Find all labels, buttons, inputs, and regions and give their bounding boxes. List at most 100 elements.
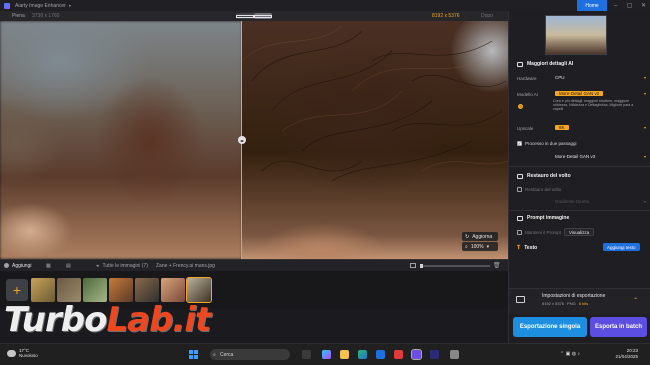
- face-restore-checkbox[interactable]: [517, 187, 522, 192]
- help-icon[interactable]: ?: [518, 104, 523, 109]
- thumbnail-tiger[interactable]: [31, 278, 55, 302]
- keep-prompt-checkbox[interactable]: [517, 230, 522, 235]
- text-title-label: Testo: [524, 245, 538, 251]
- refresh-button[interactable]: ↻ Aggiorna: [462, 232, 498, 241]
- compare-bar: Piena 3730 x 1760 8192 x 5376 Dopo: [0, 11, 508, 21]
- trash-icon[interactable]: 🗑: [493, 262, 501, 269]
- slider-handle[interactable]: [420, 263, 423, 268]
- export-settings-title: Impostazioni di esportazione: [542, 293, 606, 299]
- app-icon[interactable]: [394, 350, 403, 359]
- minimize-icon[interactable]: –: [609, 0, 622, 11]
- weather-condition: Nuvoloso: [19, 353, 38, 358]
- chevron-up-icon[interactable]: ⌃: [633, 297, 638, 304]
- second-model-select[interactable]: More-Detail GAN v3 ▾: [553, 153, 649, 160]
- view-prompt-button[interactable]: Visualizza: [564, 228, 595, 236]
- close-icon[interactable]: ✕: [637, 0, 650, 11]
- task-view-icon[interactable]: [302, 350, 311, 359]
- maximize-icon[interactable]: ▢: [623, 0, 636, 11]
- zoom-select[interactable]: ⌕ 100% ▾: [462, 242, 498, 251]
- split-view-button[interactable]: [236, 13, 254, 19]
- image-preview[interactable]: ◂▸ ↻ Aggiorna ⌕ 100% ▾: [0, 21, 508, 259]
- model-description: Crea e più dettagli, maggiori strutture,…: [553, 99, 634, 112]
- add-icon: [4, 263, 9, 268]
- thumbnail-size-slider[interactable]: [420, 263, 490, 268]
- split-handle[interactable]: ◂▸: [238, 136, 246, 144]
- chevron-left-icon: ◂: [96, 262, 99, 269]
- add-text-button[interactable]: Aggiungi testo: [603, 243, 640, 251]
- face-mode-value: Gradiente Diretto: [555, 199, 590, 204]
- taskbar-search[interactable]: ⌕ Cerca: [210, 349, 290, 360]
- thumbnail-landscape[interactable]: [83, 278, 107, 302]
- hardware-select[interactable]: CPU ▾: [553, 74, 649, 81]
- thumbnail-selected[interactable]: [186, 277, 212, 303]
- edge-icon[interactable]: [358, 350, 367, 359]
- navigator-thumbnail[interactable]: [545, 15, 607, 55]
- view-mode-toggle[interactable]: [236, 13, 272, 19]
- all-images-filter[interactable]: ◂ Tutte le immagini (7): [96, 263, 148, 269]
- cloud-icon: [7, 349, 16, 357]
- after-size: 8192 x 5376: [432, 13, 460, 19]
- aiarty-icon[interactable]: [411, 349, 422, 360]
- list-view-icon[interactable]: ▤: [66, 263, 71, 269]
- current-file-name: Zane + Frency.ai mans.jpg: [156, 262, 215, 269]
- thumbnail-portrait[interactable]: [161, 278, 185, 302]
- face-icon: [517, 173, 523, 179]
- file-explorer-icon[interactable]: [340, 350, 349, 359]
- app-logo-icon: [4, 2, 10, 9]
- app-title: Aiarty Image Enhancer: [15, 2, 66, 9]
- thumbnail-portrait-dark[interactable]: [135, 278, 159, 302]
- export-settings-summary: 8192 x 5376 PNG 8 bits: [542, 301, 588, 306]
- app2-icon[interactable]: [430, 350, 439, 359]
- divider: [509, 166, 650, 167]
- face-section-title: Restauro del volto: [517, 173, 571, 179]
- export-bits: 8 bits: [578, 301, 589, 306]
- divider: [509, 210, 650, 211]
- thumbnail-food[interactable]: [109, 278, 133, 302]
- chevron-down-icon: ▾: [643, 75, 646, 80]
- settings-gear-icon[interactable]: [450, 350, 459, 359]
- refresh-label: Aggiorna: [472, 233, 493, 240]
- zoom-value: 100%: [470, 243, 484, 250]
- add-image-button[interactable]: +: [6, 279, 28, 301]
- grid-view-icon[interactable]: ▦: [46, 263, 51, 269]
- thumbnail-animal[interactable]: [57, 278, 81, 302]
- side-by-side-icon: [254, 14, 272, 18]
- face-title-label: Restauro del volto: [527, 173, 571, 179]
- chevron-down-icon[interactable]: ▾: [69, 3, 71, 8]
- before-label: Piena: [12, 13, 25, 19]
- home-button[interactable]: Home: [577, 0, 607, 11]
- store-icon[interactable]: [376, 350, 385, 359]
- export-batch-button[interactable]: Esporta in batch: [590, 317, 647, 337]
- export-settings[interactable]: Impostazioni di esportazione 8192 x 5376…: [509, 288, 650, 314]
- watermark-part1: Turbo: [4, 300, 107, 340]
- title-bar: Aiarty Image Enhancer ▾ Home – ▢ ✕: [0, 0, 650, 11]
- search-icon: ⌕: [213, 351, 216, 358]
- add-images-label: Aggiungi: [12, 262, 32, 269]
- hair-strands: [242, 25, 508, 182]
- taskbar-clock[interactable]: 20:23 21/04/2025: [608, 348, 638, 360]
- weather-widget[interactable]: 17°C Nuvoloso: [7, 348, 38, 358]
- hardware-value: CPU: [555, 75, 565, 80]
- two-step-checkbox[interactable]: ✓: [517, 141, 522, 146]
- upscale-label: Upscale: [517, 126, 534, 131]
- two-step-label: Processo in due passaggi: [525, 141, 577, 146]
- model-select[interactable]: More-Detail GAN v2 ▾: [553, 90, 649, 97]
- copilot-icon[interactable]: [322, 350, 331, 359]
- zoom-icon: ⌕: [465, 243, 468, 250]
- clock-date: 21/04/2025: [615, 354, 638, 359]
- prompt-section-title: Prompt immagine: [517, 215, 569, 221]
- turbolab-watermark: TurboLab.it: [4, 300, 211, 340]
- upscale-select[interactable]: 8K ▾: [553, 124, 649, 131]
- export-size: 8192 x 5376: [542, 301, 565, 306]
- export-single-button[interactable]: Esportazione singola: [513, 317, 587, 337]
- add-images-tab[interactable]: Aggiungi: [4, 263, 31, 269]
- upscale-value: 8K: [555, 125, 569, 130]
- windows-start-icon[interactable]: [189, 350, 198, 359]
- face-mode-select: Gradiente Diretto ▾: [553, 198, 649, 205]
- side-by-side-button[interactable]: [254, 13, 272, 19]
- original-image: [0, 21, 242, 259]
- system-tray-icons[interactable]: ⌃ ▣ ◍ ♪: [560, 351, 580, 357]
- prompt-icon: [517, 215, 523, 221]
- prompt-title-label: Prompt immagine: [527, 215, 570, 221]
- second-model-value: More-Detail GAN v3: [555, 154, 596, 159]
